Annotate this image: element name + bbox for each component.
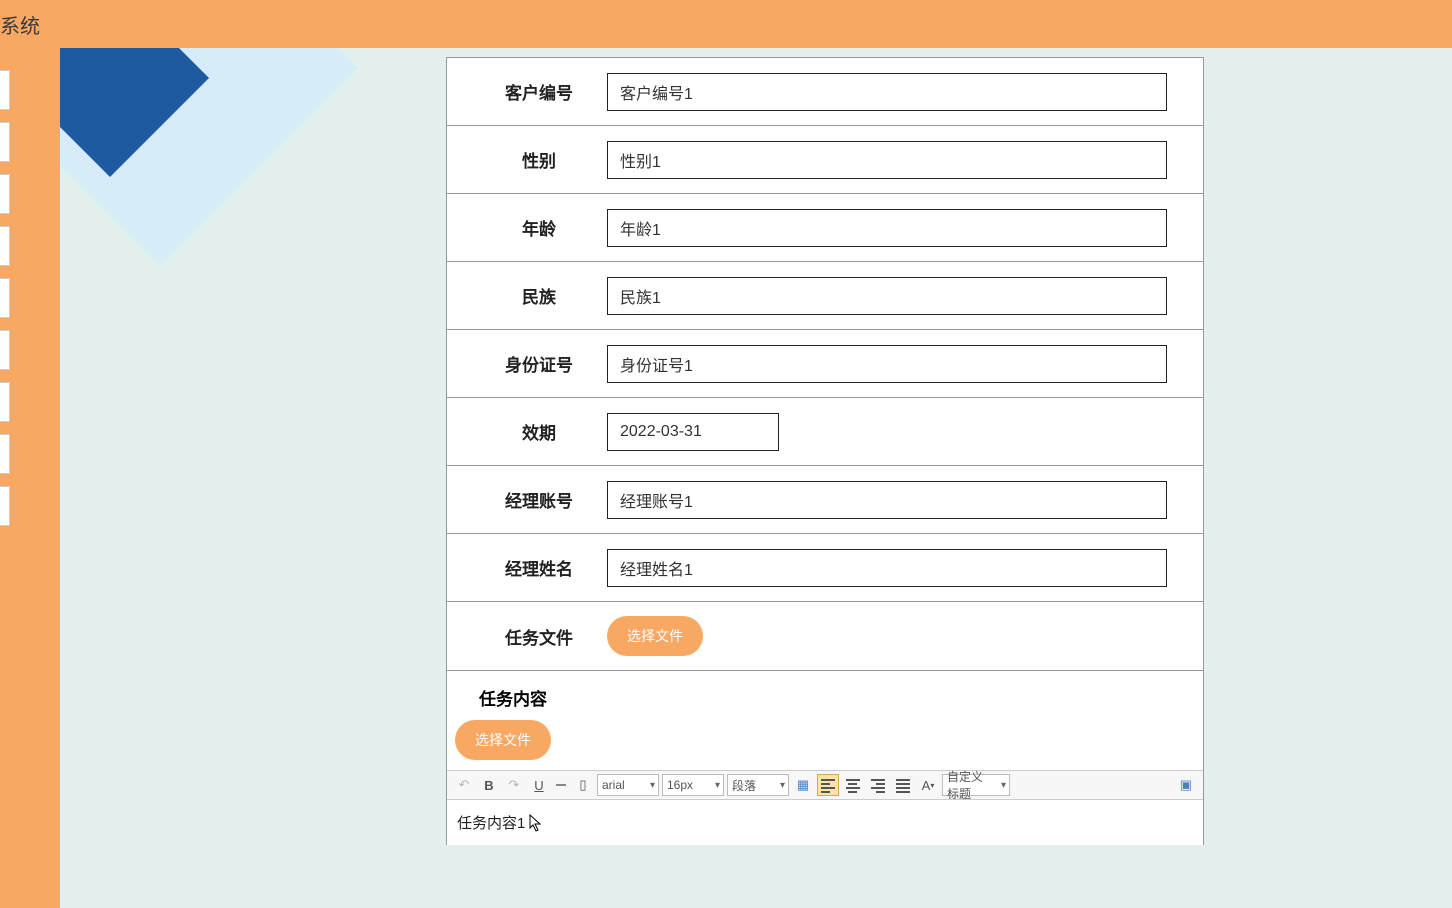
sidebar-item[interactable]	[0, 70, 10, 110]
label-gender: 性别	[479, 147, 599, 172]
row-expiry: 效期	[447, 398, 1203, 466]
sidebar-item[interactable]	[0, 226, 10, 266]
font-family-select[interactable]: arial	[597, 774, 659, 796]
file-upload-button[interactable]: 选择文件	[607, 616, 703, 656]
bold-icon[interactable]: B	[478, 774, 500, 796]
input-gender[interactable]	[607, 141, 1167, 179]
align-justify-icon[interactable]	[892, 774, 914, 796]
input-ethnicity[interactable]	[607, 277, 1167, 315]
sidebar	[0, 70, 10, 538]
app-header: 系统	[0, 0, 1452, 48]
input-expiry[interactable]	[607, 413, 779, 451]
row-manager-account: 经理账号	[447, 466, 1203, 534]
table-icon[interactable]: ▦	[792, 774, 814, 796]
fullscreen-icon[interactable]: ▣	[1175, 774, 1197, 796]
font-color-icon[interactable]: A▾	[917, 774, 939, 796]
font-size-select[interactable]: 16px	[662, 774, 724, 796]
sidebar-item[interactable]	[0, 330, 10, 370]
label-id-number: 身份证号	[479, 351, 599, 376]
input-manager-account[interactable]	[607, 481, 1167, 519]
input-id-number[interactable]	[607, 345, 1167, 383]
row-ethnicity: 民族	[447, 262, 1203, 330]
editor-toolbar: ↶ B ↷ U ▯ arial 16px 段落 ▦ A▾ 自定义标题	[447, 770, 1203, 800]
header-decoration	[60, 48, 410, 308]
row-gender: 性别	[447, 126, 1203, 194]
label-age: 年龄	[479, 215, 599, 240]
app-title: 系统	[0, 10, 40, 39]
sidebar-item[interactable]	[0, 434, 10, 474]
align-right-icon[interactable]	[867, 774, 889, 796]
sidebar-item[interactable]	[0, 278, 10, 318]
row-id-number: 身份证号	[447, 330, 1203, 398]
underline-icon[interactable]: U	[528, 774, 550, 796]
editor-body[interactable]: 任务内容1	[447, 800, 1203, 845]
row-customer-id: 客户编号	[447, 58, 1203, 126]
label-task-content: 任务内容	[479, 690, 547, 709]
label-customer-id: 客户编号	[479, 79, 599, 104]
sidebar-item[interactable]	[0, 122, 10, 162]
separator-icon	[556, 784, 566, 786]
label-ethnicity: 民族	[479, 283, 599, 308]
input-customer-id[interactable]	[607, 73, 1167, 111]
row-manager-name: 经理姓名	[447, 534, 1203, 602]
align-left-icon[interactable]	[817, 774, 839, 796]
align-center-icon[interactable]	[842, 774, 864, 796]
input-age[interactable]	[607, 209, 1167, 247]
row-age: 年龄	[447, 194, 1203, 262]
label-expiry: 效期	[479, 419, 599, 444]
label-manager-name: 经理姓名	[479, 555, 599, 580]
sidebar-item[interactable]	[0, 174, 10, 214]
document-icon[interactable]: ▯	[572, 774, 594, 796]
content-upload-button[interactable]: 选择文件	[455, 720, 551, 760]
paragraph-select[interactable]: 段落	[727, 774, 789, 796]
form-card: 客户编号 性别 年龄 民族 身份证号 效期 经理账号 经理姓名 任务文件 选择文…	[446, 57, 1204, 845]
undo-icon[interactable]: ↶	[453, 774, 475, 796]
redo-icon[interactable]: ↷	[503, 774, 525, 796]
input-manager-name[interactable]	[607, 549, 1167, 587]
label-task-file: 任务文件	[479, 624, 599, 649]
sidebar-item[interactable]	[0, 382, 10, 422]
custom-title-select[interactable]: 自定义标题	[942, 774, 1010, 796]
row-task-content: 任务内容 选择文件 ↶ B ↷ U ▯ arial 16px 段落 ▦	[447, 671, 1203, 845]
sidebar-item[interactable]	[0, 486, 10, 526]
label-manager-account: 经理账号	[479, 487, 599, 512]
row-task-file: 任务文件 选择文件	[447, 602, 1203, 671]
